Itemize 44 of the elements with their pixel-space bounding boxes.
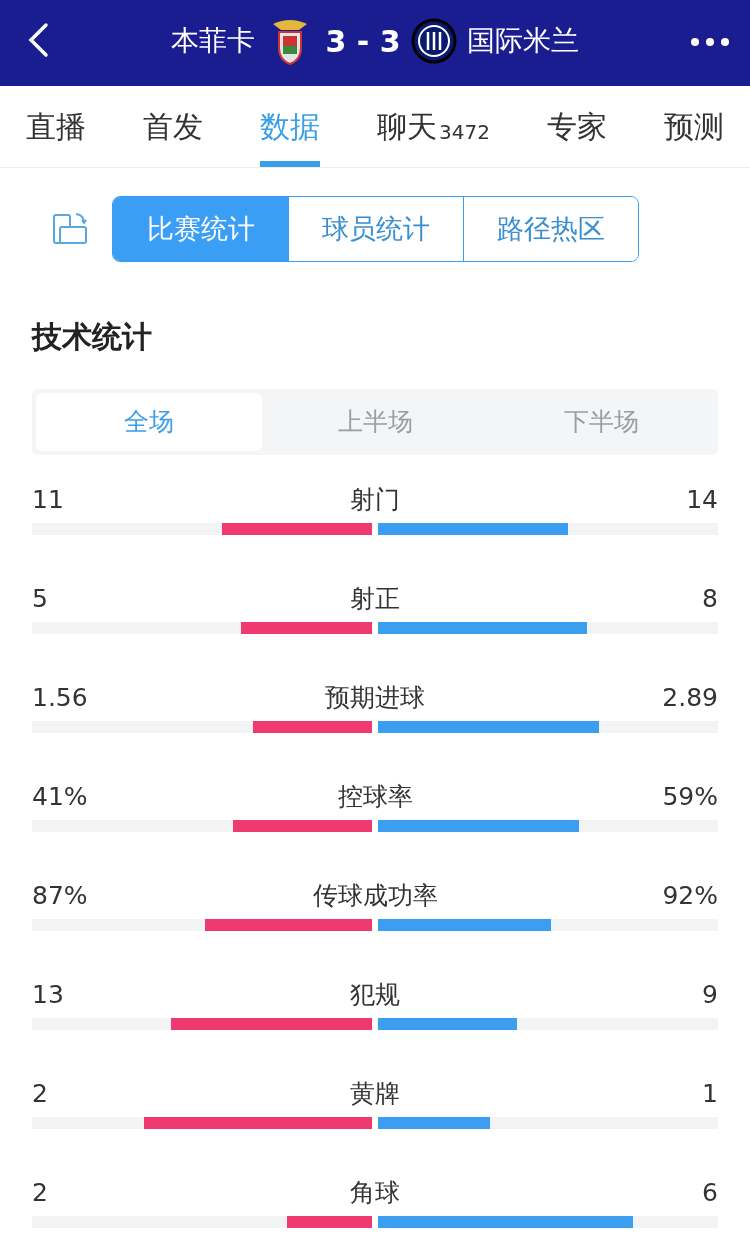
tab[interactable]: 聊天3472 (377, 86, 490, 167)
tab[interactable]: 数据 (260, 86, 321, 167)
stat-name: 射门 (350, 484, 400, 517)
segment-tab[interactable]: 比赛统计 (113, 197, 288, 261)
home-value: 11 (32, 484, 65, 517)
stat-name: 控球率 (337, 781, 413, 814)
stat-name: 黄牌 (350, 1078, 400, 1111)
home-value: 41% (32, 781, 89, 814)
more-icon[interactable] (690, 37, 730, 47)
away-value: 14 (685, 484, 718, 517)
away-value: 92% (661, 880, 718, 913)
section-title: 技术统计 (30, 318, 153, 356)
away-value: 8 (701, 583, 718, 616)
home-value: 2 (32, 1078, 49, 1111)
tab[interactable]: 直播 (26, 86, 86, 167)
period-tab[interactable]: 全场 (36, 393, 262, 451)
home-value: 13 (32, 979, 65, 1012)
away-value: 1 (701, 1078, 718, 1111)
away-value: 2.89 (661, 682, 718, 715)
tab[interactable]: 专家 (546, 86, 607, 167)
stat-name: 角球 (350, 1177, 400, 1210)
period-tab[interactable]: 下半场 (488, 393, 714, 451)
back-icon[interactable] (26, 22, 50, 58)
tab[interactable]: 预测 (664, 86, 724, 167)
away-value: 9 (701, 979, 718, 1012)
stat-name: 传球成功率 (312, 880, 438, 913)
home-team-name: 本菲卡 (171, 23, 256, 59)
home-value: 5 (32, 583, 49, 616)
away-value: 59% (661, 781, 718, 814)
period-tab[interactable]: 上半场 (262, 393, 488, 451)
home-value: 2 (32, 1177, 49, 1210)
stat-name: 预期进球 (325, 682, 425, 715)
stat-name: 射正 (350, 583, 400, 616)
stat-name: 犯规 (350, 979, 400, 1012)
tab[interactable]: 首发 (143, 86, 203, 167)
chat-count: 3472 (439, 118, 490, 146)
segment-tab[interactable]: 路径热区 (463, 197, 638, 261)
crest-icon (410, 18, 457, 64)
score: 3 - 3 (325, 22, 401, 61)
rotate-screen-icon[interactable] (52, 211, 88, 247)
away-team-name: 国际米兰 (466, 23, 579, 59)
home-value: 87% (32, 880, 89, 913)
home-value: 1.56 (32, 682, 89, 715)
away-value: 6 (701, 1177, 718, 1210)
